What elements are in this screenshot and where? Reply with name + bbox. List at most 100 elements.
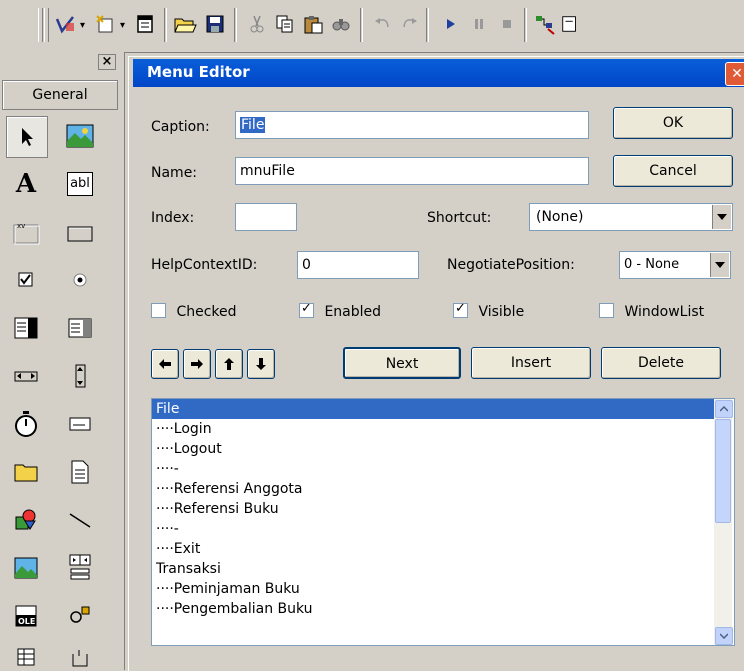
listbox-tool[interactable]	[60, 308, 100, 348]
grid-tool[interactable]	[6, 644, 46, 670]
dirlistbox-tool[interactable]	[6, 452, 46, 492]
list-item[interactable]: ····-	[152, 519, 714, 539]
undo-icon[interactable]	[370, 10, 396, 38]
list-item[interactable]: ····Logout	[152, 439, 714, 459]
start-icon[interactable]	[438, 10, 464, 38]
insert-button[interactable]: Insert	[471, 347, 591, 379]
textbox-tool[interactable]: abl	[60, 164, 100, 204]
drivelistbox-tool[interactable]	[60, 404, 100, 444]
shortcut-select[interactable]: (None)	[529, 203, 733, 231]
cut-icon[interactable]	[244, 10, 270, 38]
caption-field[interactable]: File	[235, 111, 589, 139]
svg-text:OLE: OLE	[18, 617, 35, 626]
checkbox-box: ✓	[299, 301, 314, 318]
windowlist-label: WindowList	[624, 304, 705, 320]
list-item[interactable]: ····Peminjaman Buku	[152, 579, 714, 599]
find-icon[interactable]	[328, 10, 354, 38]
grid-icon	[17, 648, 35, 666]
list-item[interactable]: ····Login	[152, 419, 714, 439]
open-folder-icon[interactable]	[172, 10, 198, 38]
scroll-down-button[interactable]	[715, 627, 733, 645]
copy-icon[interactable]	[272, 10, 298, 38]
project-explorer-icon[interactable]	[532, 10, 558, 38]
menu-editor-dialog: Menu Editor ✕ Caption: File OK Name: mnu…	[128, 56, 744, 671]
vscrollbar-tool[interactable]	[60, 356, 100, 396]
label-tool[interactable]: A	[6, 164, 46, 204]
list-item[interactable]: ····-	[152, 459, 714, 479]
svg-text:xv: xv	[17, 222, 25, 230]
image-tool[interactable]	[6, 548, 46, 588]
custom-control-tool[interactable]	[60, 596, 100, 636]
toolbox-tab-general[interactable]: General	[2, 80, 118, 110]
windowlist-checkbox[interactable]: WindowList	[599, 301, 704, 320]
move-down-button[interactable]	[247, 349, 275, 379]
name-field[interactable]: mnuFile	[235, 157, 589, 185]
list-item[interactable]: File	[152, 399, 714, 419]
dialog-close-button[interactable]: ✕	[725, 62, 744, 86]
shortcut-label: Shortcut:	[427, 210, 492, 226]
frame-tool[interactable]: xv	[6, 212, 46, 252]
add-form-icon[interactable]	[92, 10, 118, 38]
filelistbox-tool[interactable]	[60, 452, 100, 492]
checkbox-box	[599, 303, 614, 318]
end-icon[interactable]	[494, 10, 520, 38]
drivelistbox-icon	[69, 417, 91, 431]
shape-tool[interactable]	[6, 500, 46, 540]
checkbox-box: ✓	[453, 301, 468, 318]
chevron-down-icon[interactable]	[710, 253, 729, 277]
list-item[interactable]: ····Exit	[152, 539, 714, 559]
dropdown-arrow-icon[interactable]: ▾	[120, 20, 125, 31]
cancel-button[interactable]: Cancel	[613, 155, 733, 187]
data-tool[interactable]	[60, 548, 100, 588]
list-scrollbar[interactable]	[714, 399, 733, 645]
list-item[interactable]: ····Pengembalian Buku	[152, 599, 714, 619]
paste-icon[interactable]	[300, 10, 326, 38]
menu-editor-icon[interactable]	[132, 10, 158, 38]
negotiateposition-select[interactable]: 0 - None	[619, 251, 731, 279]
toolbox-close-button[interactable]: ×	[98, 54, 116, 70]
helpcontextid-field[interactable]: 0	[297, 251, 419, 279]
menu-items-list[interactable]: File ····Login ····Logout ····- ····Referens…	[151, 398, 735, 646]
commandbutton-tool[interactable]	[60, 212, 100, 252]
add-project-icon[interactable]	[52, 10, 78, 38]
move-left-button[interactable]	[151, 349, 179, 379]
vscrollbar-icon	[75, 364, 86, 388]
optionbutton-tool[interactable]	[60, 260, 100, 300]
list-item[interactable]: ····Referensi Anggota	[152, 479, 714, 499]
pointer-tool[interactable]	[6, 116, 48, 158]
scroll-up-button[interactable]	[715, 400, 733, 418]
shortcut-value: (None)	[536, 209, 584, 225]
index-field[interactable]	[235, 203, 297, 231]
redo-icon[interactable]	[396, 10, 422, 38]
visible-checkbox[interactable]: ✓ Visible	[453, 301, 524, 320]
checked-checkbox[interactable]: Checked	[151, 301, 237, 320]
checkbox-tool[interactable]	[6, 260, 46, 300]
move-up-button[interactable]	[215, 349, 243, 379]
scroll-thumb[interactable]	[715, 419, 731, 523]
next-button[interactable]: Next	[343, 347, 461, 379]
ok-button[interactable]: OK	[613, 107, 733, 139]
properties-icon[interactable]	[560, 10, 580, 38]
dropdown-arrow-icon[interactable]: ▾	[80, 20, 85, 31]
list-item[interactable]: Transaksi	[152, 559, 714, 579]
save-icon[interactable]	[202, 10, 228, 38]
chevron-down-icon[interactable]	[712, 205, 731, 229]
enabled-checkbox[interactable]: ✓ Enabled	[299, 301, 381, 320]
toolbar-grip-2[interactable]	[44, 8, 49, 42]
hscrollbar-tool[interactable]	[6, 356, 46, 396]
misc-tool[interactable]	[60, 644, 100, 670]
combobox-tool[interactable]	[6, 308, 46, 348]
break-icon[interactable]	[466, 10, 492, 38]
line-tool[interactable]	[60, 500, 100, 540]
move-right-button[interactable]	[183, 349, 211, 379]
arrow-down-icon	[256, 358, 266, 370]
delete-button[interactable]: Delete	[601, 347, 721, 379]
commandbutton-icon	[67, 226, 93, 242]
list-item[interactable]: ····Referensi Buku	[152, 499, 714, 519]
dialog-titlebar[interactable]: Menu Editor ✕	[133, 59, 744, 87]
toolbar-grip[interactable]	[38, 8, 43, 42]
helpcontextid-label: HelpContextID:	[151, 257, 258, 273]
picturebox-tool[interactable]	[60, 116, 100, 156]
timer-tool[interactable]	[6, 404, 46, 444]
ole-tool[interactable]: OLE	[6, 596, 46, 636]
